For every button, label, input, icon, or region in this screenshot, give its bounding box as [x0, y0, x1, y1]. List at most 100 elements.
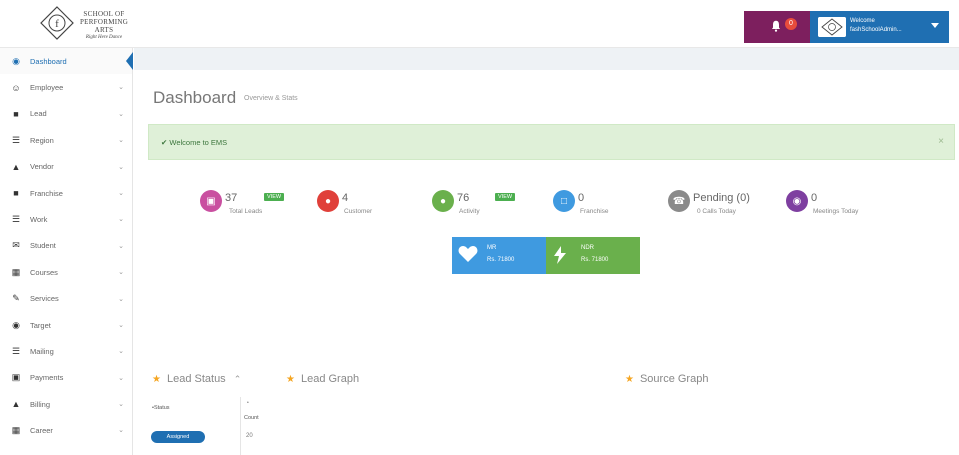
sidebar-item-dashboard[interactable]: ◉ Dashboard [0, 48, 133, 75]
sidebar-item-franchise[interactable]: ■ Franchise ⌄ [0, 180, 132, 206]
lead-graph-title: Lead Graph [300, 373, 360, 385]
ndr-value: Rs. 71800 [581, 257, 609, 263]
lead-status-table: •Status • Count Assigned 20 [148, 397, 259, 455]
heart-icon [458, 246, 478, 262]
sidebar-item-label: Region [30, 135, 54, 145]
truck-icon: ■ [13, 108, 19, 119]
meeting-icon: ◉ [786, 190, 808, 212]
notification-count-badge: 0 [785, 18, 797, 30]
star-icon: ★ [152, 373, 161, 385]
view-button[interactable]: VIEW [495, 193, 516, 201]
sidebar-item-mailing[interactable]: ☰ Mailing ⌄ [0, 338, 132, 364]
sidebar-item-label: Lead [30, 109, 47, 119]
page-subtitle: Overview & Stats [244, 95, 298, 102]
close-icon[interactable]: × [938, 136, 944, 147]
grid-icon: ▦ [11, 266, 21, 277]
sidebar-item-payments[interactable]: ▣ Payments ⌄ [0, 365, 132, 391]
sidebar-item-services[interactable]: ✎ Services ⌄ [0, 286, 132, 312]
sidebar-item-label: Employee [30, 83, 64, 93]
sidebar-item-label: Payments [30, 373, 64, 383]
source-graph-panel-title: ★ Source Graph [625, 373, 708, 385]
chevron-down-icon: ⌄ [118, 401, 124, 409]
chevron-down-icon: ⌄ [118, 137, 124, 145]
stat-value: 0 [578, 192, 585, 204]
alert-text: Welcome to EMS [169, 138, 228, 147]
sidebar-item-student[interactable]: ✉ Student ⌄ [0, 233, 132, 259]
stat-value: 76 [457, 192, 470, 204]
stat-value: 4 [342, 192, 349, 204]
stat-meetings[interactable]: ◉ 0 Meetings Today [786, 190, 886, 220]
warning-icon: ▲ [11, 399, 21, 410]
chevron-up-icon[interactable]: ⌃ [234, 374, 242, 385]
source-graph-title: Source Graph [639, 373, 709, 385]
table-cell-count: 20 [246, 433, 253, 439]
sidebar-item-courses[interactable]: ▦ Courses ⌄ [0, 259, 132, 285]
sidebar-item-career[interactable]: ▦ Career ⌄ [0, 417, 132, 443]
sidebar-item-label: Career [30, 426, 53, 436]
brand-name: SCHOOL OF PERFORMING ARTS Right Here Dan… [72, 10, 136, 42]
stat-value: Pending (0) [693, 192, 750, 204]
chevron-down-icon: ⌄ [118, 427, 124, 435]
lead-status-panel-title: ★ Lead Status ⌃ [152, 373, 241, 385]
column-header-status-text: Status [153, 405, 170, 411]
star-icon: ★ [625, 373, 634, 385]
truck-icon: ■ [13, 188, 19, 199]
stat-customer[interactable]: ● 4 Customer [317, 190, 397, 220]
building-icon: □ [553, 190, 575, 212]
status-badge[interactable]: Assigned [151, 431, 205, 443]
top-header: f SCHOOL OF PERFORMING ARTS Right Here D… [0, 0, 959, 48]
sidebar-item-employee[interactable]: ☺ Employee ⌄ [0, 74, 132, 100]
column-header-count[interactable]: Count [244, 415, 259, 421]
sidebar-item-label: Services [30, 294, 59, 304]
bell-icon [772, 20, 780, 32]
sidebar: ◉ Dashboard ☺ Employee ⌄ ■ Lead ⌄ ☰ Regi… [0, 48, 133, 455]
stat-activity[interactable]: ● 76 VIEW Activity [432, 190, 542, 220]
mr-value: Rs. 71800 [487, 257, 515, 263]
list-icon: ☰ [11, 214, 21, 225]
sidebar-item-lead[interactable]: ■ Lead ⌄ [0, 101, 132, 127]
cart-icon: ▣ [200, 190, 222, 212]
page-title: Dashboard [153, 88, 237, 107]
brand-logo-icon[interactable]: f [40, 6, 74, 40]
sidebar-item-region[interactable]: ☰ Region ⌄ [0, 127, 132, 153]
user-welcome-text: Welcome [850, 18, 875, 24]
chevron-down-icon: ⌄ [118, 163, 124, 171]
chevron-down-icon: ⌄ [118, 110, 124, 118]
target-icon: ◉ [12, 319, 20, 330]
stat-label: Franchise [580, 208, 609, 215]
stat-label: 0 Calls Today [697, 208, 736, 215]
sidebar-item-billing[interactable]: ▲ Billing ⌄ [0, 391, 132, 417]
list-icon: ☰ [11, 134, 21, 145]
stat-pending[interactable]: ☎ Pending (0) 0 Calls Today [668, 190, 768, 220]
notification-button[interactable]: 0 [744, 11, 810, 43]
chevron-down-icon: ⌄ [118, 295, 124, 303]
brand-line-1: SCHOOL OF [83, 10, 125, 18]
sidebar-item-label: Work [30, 215, 48, 225]
chevron-down-icon: ⌄ [118, 189, 124, 197]
user-menu-button[interactable]: Welcome fashSchoolAdmin... [810, 11, 949, 43]
user-icon: ● [317, 190, 339, 212]
envelope-icon: ✉ [12, 240, 20, 251]
chevron-down-icon [931, 23, 939, 28]
ndr-card[interactable]: NDR Rs. 71800 [546, 237, 640, 274]
file-icon: ▣ [11, 372, 21, 383]
stat-label: Activity [459, 208, 480, 215]
brand-line-2: PERFORMING ARTS [79, 18, 129, 34]
sidebar-item-label: Franchise [30, 188, 63, 198]
sidebar-item-vendor[interactable]: ▲ Vendor ⌄ [0, 154, 132, 180]
sidebar-item-target[interactable]: ◉ Target ⌄ [0, 312, 132, 338]
sidebar-item-label: Mailing [30, 346, 54, 356]
stat-franchise[interactable]: □ 0 Franchise [553, 190, 633, 220]
chevron-down-icon: ⌄ [118, 348, 124, 356]
user-icon: ▲ [11, 161, 21, 172]
chevron-down-icon: ⌄ [118, 374, 124, 382]
chevron-down-icon: ⌄ [118, 242, 124, 250]
sidebar-item-label: Dashboard [30, 56, 67, 66]
view-button[interactable]: VIEW [264, 193, 285, 201]
sidebar-item-work[interactable]: ☰ Work ⌄ [0, 206, 132, 232]
mr-card[interactable]: MR Rs. 71800 [452, 237, 546, 274]
lead-graph-panel-title: ★ Lead Graph [286, 373, 359, 385]
stat-total-leads[interactable]: ▣ 37 VIEW Total Leads [200, 190, 310, 220]
column-header-status[interactable]: •Status [152, 405, 170, 411]
sidebar-item-label: Billing [30, 399, 51, 409]
